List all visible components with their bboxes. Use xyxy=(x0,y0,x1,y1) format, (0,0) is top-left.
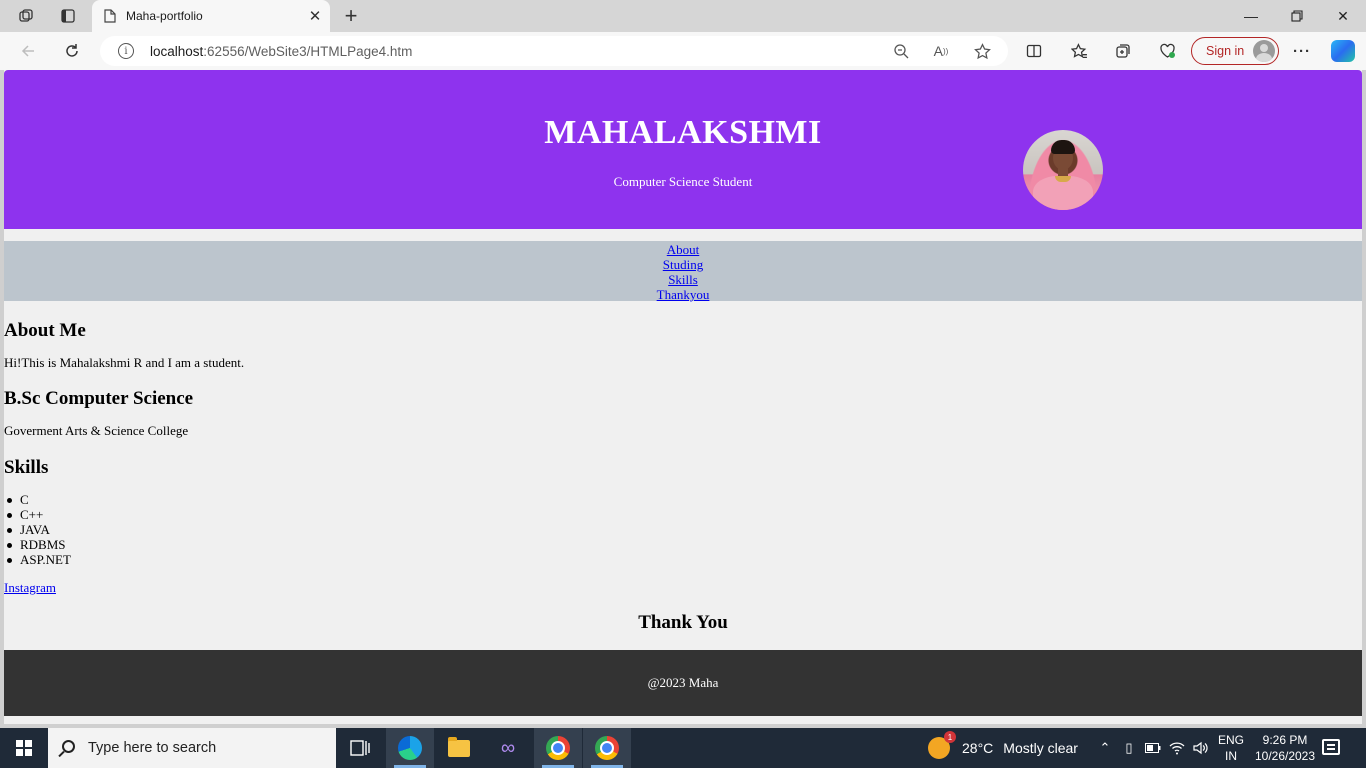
refresh-button[interactable] xyxy=(58,38,86,64)
weather-widget[interactable]: 28°C Mostly clear xyxy=(928,728,1078,768)
battery-icon[interactable] xyxy=(1144,740,1162,756)
search-icon xyxy=(62,740,75,753)
nav-link-studing[interactable]: Studing xyxy=(4,257,1362,272)
list-item: JAVA xyxy=(7,522,71,537)
copilot-icon[interactable] xyxy=(1331,40,1355,62)
collections-icon[interactable] xyxy=(1111,40,1135,62)
visual-studio-icon[interactable]: ∞ xyxy=(484,728,532,768)
study-text: Goverment Arts & Science College xyxy=(4,423,189,438)
read-aloud-icon[interactable]: A)) xyxy=(930,41,952,61)
url-text: localhost:62556/WebSite3/HTMLPage4.htm xyxy=(150,44,412,59)
file-explorer-icon[interactable] xyxy=(435,728,483,768)
url-path: :62556/WebSite3/HTMLPage4.htm xyxy=(203,43,413,59)
taskbar: Type here to search ∞ 28°C Mostly clear … xyxy=(0,728,1366,768)
taskbar-search[interactable]: Type here to search xyxy=(48,728,336,768)
about-text: Hi!This is Mahalakshmi R and I am a stud… xyxy=(4,355,245,370)
page-viewport: MAHALAKSHMI Computer Science Student Abo… xyxy=(4,70,1362,724)
list-item: ASP.NET xyxy=(7,552,71,567)
profile-avatar-icon xyxy=(1253,40,1275,62)
edge-app-icon[interactable] xyxy=(386,728,434,768)
task-view-icon[interactable] xyxy=(336,728,384,768)
clock-date: 10/26/2023 xyxy=(1254,749,1316,763)
study-heading: B.Sc Computer Science xyxy=(4,388,194,409)
volume-icon[interactable] xyxy=(1192,740,1210,756)
close-tab-icon[interactable]: ✕ xyxy=(304,5,326,27)
list-item: C++ xyxy=(7,507,71,522)
wifi-icon[interactable] xyxy=(1168,740,1186,756)
tab-actions-icon[interactable] xyxy=(54,4,82,28)
page-title: MAHALAKSHMI xyxy=(544,114,822,151)
browser-tab[interactable]: Maha-portfolio ✕ xyxy=(92,0,330,32)
restore-button[interactable] xyxy=(1274,0,1320,32)
profile-photo xyxy=(1023,130,1103,210)
instagram-link[interactable]: Instagram xyxy=(4,580,56,596)
url-host: localhost xyxy=(150,43,204,59)
new-tab-button[interactable]: + xyxy=(338,3,364,29)
zoom-icon[interactable] xyxy=(890,41,912,61)
list-item: C xyxy=(7,492,71,507)
tab-strip: Maha-portfolio ✕ + — ✕ xyxy=(0,0,1366,32)
browser-essentials-icon[interactable] xyxy=(1155,40,1179,62)
usb-icon[interactable]: ▯ xyxy=(1120,740,1138,756)
chrome-app-icon[interactable] xyxy=(534,728,582,768)
weather-icon xyxy=(928,731,956,759)
thank-you-heading: Thank You xyxy=(638,612,728,633)
back-button[interactable] xyxy=(14,38,42,64)
favorite-star-icon[interactable] xyxy=(971,41,993,61)
address-bar[interactable]: i localhost:62556/WebSite3/HTMLPage4.htm… xyxy=(100,36,1008,66)
start-button[interactable] xyxy=(0,728,48,768)
weather-condition: Mostly clear xyxy=(1003,740,1078,756)
search-placeholder: Type here to search xyxy=(88,740,217,756)
page-icon xyxy=(104,9,116,23)
skills-list: C C++ JAVA RDBMS ASP.NET xyxy=(7,492,71,567)
chrome-profile-app-icon[interactable] xyxy=(583,728,631,768)
sign-in-button[interactable]: Sign in xyxy=(1191,37,1279,65)
nav-menu: About Studing Skills Thankyou xyxy=(4,241,1362,302)
about-heading: About Me xyxy=(4,320,86,341)
nav-link-skills[interactable]: Skills xyxy=(4,272,1362,287)
windows-logo-icon xyxy=(16,740,32,756)
split-screen-icon[interactable] xyxy=(1022,40,1046,62)
nav-link-about[interactable]: About xyxy=(4,242,1362,257)
nav-link-thankyou[interactable]: Thankyou xyxy=(4,287,1362,302)
show-hidden-icons-icon[interactable]: ⌃ xyxy=(1096,740,1114,756)
sign-in-label: Sign in xyxy=(1206,44,1245,58)
favorites-icon[interactable] xyxy=(1067,40,1091,62)
more-options-icon[interactable]: ··· xyxy=(1290,40,1314,62)
list-item: RDBMS xyxy=(7,537,71,552)
site-info-icon[interactable]: i xyxy=(118,43,134,59)
system-clock[interactable]: 9:26 PM 10/26/2023 xyxy=(1252,732,1318,764)
page-footer: @2023 Maha xyxy=(4,650,1362,716)
language-code: ENG xyxy=(1218,733,1245,747)
tab-title: Maha-portfolio xyxy=(126,9,203,23)
header-banner: MAHALAKSHMI Computer Science Student xyxy=(4,70,1362,229)
region-code: IN xyxy=(1225,749,1237,763)
clock-time: 9:26 PM xyxy=(1262,733,1308,747)
minimize-button[interactable]: — xyxy=(1228,0,1274,32)
workspaces-icon[interactable] xyxy=(12,4,40,28)
language-indicator[interactable]: ENG IN xyxy=(1218,732,1244,764)
page-subtitle: Computer Science Student xyxy=(613,174,753,189)
notifications-icon[interactable] xyxy=(1322,739,1340,755)
weather-temp: 28°C xyxy=(962,740,994,756)
skills-heading: Skills xyxy=(4,457,49,478)
toolbar: i localhost:62556/WebSite3/HTMLPage4.htm… xyxy=(0,32,1366,70)
close-window-button[interactable]: ✕ xyxy=(1320,0,1366,32)
